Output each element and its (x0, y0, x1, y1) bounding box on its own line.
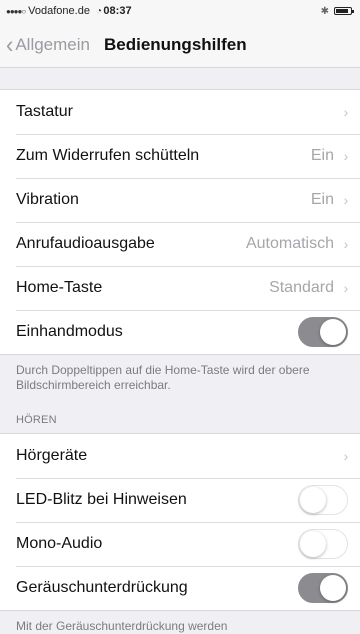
row-label: Zum Widerrufen schütteln (16, 147, 200, 164)
row-led-flash: LED-Blitz bei Hinweisen (0, 478, 360, 522)
row-label: Vibration (16, 191, 79, 208)
row-call-audio-routing[interactable]: Anrufaudioausgabe Automatisch › (0, 222, 360, 266)
row-value: Ein (310, 191, 334, 208)
settings-group-hearing: Hörgeräte › LED-Blitz bei Hinweisen Mono… (0, 433, 360, 611)
row-label: Einhandmodus (16, 323, 123, 340)
row-right: › (342, 104, 350, 120)
row-right: Automatisch › (246, 235, 350, 253)
chevron-right-icon: › (343, 192, 349, 208)
chevron-right-icon: › (343, 280, 349, 296)
row-hearing-aids[interactable]: Hörgeräte › (0, 434, 360, 478)
row-right: Standard › (269, 279, 350, 297)
row-reachability: Einhandmodus (0, 310, 360, 354)
chevron-left-icon: ‹ (6, 30, 14, 58)
led-flash-toggle[interactable] (298, 485, 348, 515)
row-label: Tastatur (16, 103, 73, 120)
navigation-bar: ‹ Allgemein Bedienungshilfen (0, 22, 360, 68)
row-value: Ein (310, 147, 334, 164)
row-label: Hörgeräte (16, 447, 88, 464)
battery-icon (334, 7, 354, 15)
row-home-button[interactable]: Home-Taste Standard › (0, 266, 360, 310)
row-label: LED-Blitz bei Hinweisen (16, 491, 187, 508)
row-tastatur[interactable]: Tastatur › (0, 90, 360, 134)
section-header-hearing: HÖREN (16, 414, 57, 426)
mono-audio-toggle[interactable] (298, 529, 348, 559)
row-right: Ein › (311, 191, 350, 209)
row-right: › (342, 448, 350, 464)
bluetooth-icon: ✱ (320, 5, 329, 17)
row-value: Automatisch (245, 235, 334, 252)
status-right: ✱ (320, 5, 354, 17)
chevron-right-icon: › (343, 236, 349, 252)
settings-group-general: Tastatur › Zum Widerrufen schütteln Ein … (0, 89, 360, 355)
back-button-label: Allgemein (15, 34, 90, 54)
toggle-knob (320, 319, 346, 345)
toggle-knob (300, 487, 326, 513)
reachability-toggle[interactable] (298, 317, 348, 347)
row-vibration[interactable]: Vibration Ein › (0, 178, 360, 222)
chevron-right-icon: › (343, 448, 349, 464)
status-time: 08:37 (103, 5, 132, 17)
noise-cancellation-toggle[interactable] (298, 573, 348, 603)
row-label: Anrufaudioausgabe (16, 235, 155, 252)
status-bar: ●●●●○ Vodafone.de ◔ 08:37 ✱ (0, 0, 360, 22)
row-value: Standard (269, 279, 334, 296)
toggle-knob (320, 575, 346, 601)
toggle-knob (300, 531, 326, 557)
row-shake-to-undo[interactable]: Zum Widerrufen schütteln Ein › (0, 134, 360, 178)
row-label: Geräuschunterdrückung (16, 579, 188, 596)
chevron-right-icon: › (343, 104, 349, 120)
row-noise-cancellation: Geräuschunterdrückung (0, 566, 360, 610)
row-mono-audio: Mono-Audio (0, 522, 360, 566)
reachability-footer: Durch Doppeltippen auf die Home-Taste wi… (16, 363, 310, 392)
back-button[interactable]: ‹ Allgemein (0, 30, 90, 58)
row-right: Ein › (311, 147, 350, 165)
chevron-right-icon: › (343, 148, 349, 164)
page-title: Bedienungshilfen (103, 34, 247, 54)
row-label: Home-Taste (16, 279, 103, 296)
noise-cancellation-footer: Mit der Geräuschunterdrückung werden Umg… (16, 619, 228, 633)
row-label: Mono-Audio (16, 535, 103, 552)
